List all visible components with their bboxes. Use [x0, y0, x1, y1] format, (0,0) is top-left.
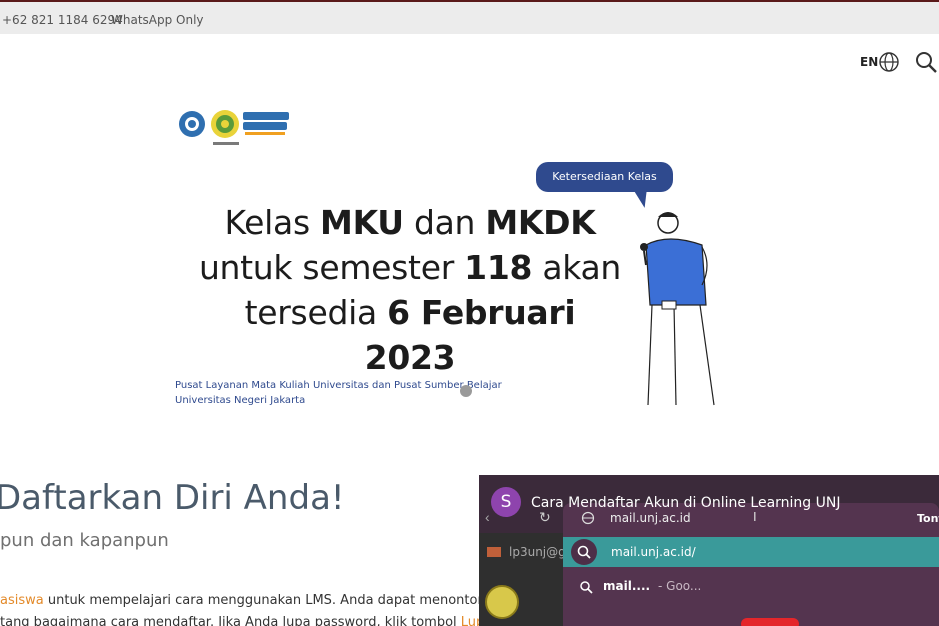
suggestion-2-text: mail.... [603, 579, 651, 593]
omnibox-globe-icon [581, 511, 595, 525]
banner-headline: Kelas MKU dan MKDK untuk semester 118 ak… [195, 200, 625, 380]
credit-line2: Universitas Negeri Jakarta [175, 395, 306, 406]
search-icon[interactable] [914, 50, 938, 74]
channel-avatar[interactable]: S [491, 487, 521, 517]
availability-bubble: Ketersediaan Kelas [536, 162, 673, 192]
banner-credit: Pusat Layanan Mata Kuliah Universitas da… [175, 378, 502, 408]
omnibox-suggestion-1: mail.unj.ac.id/ [563, 537, 939, 567]
omnibox-right-text: Tont [917, 512, 939, 525]
suggestion-2-source: - Goo... [658, 579, 702, 593]
register-subheading: pun dan kapanpun [0, 530, 169, 551]
cursor-dot [460, 385, 472, 397]
suggestion-search-icon [571, 539, 597, 565]
headline-line1: Kelas MKU dan MKDK [224, 203, 596, 242]
reload-icon: ↻ [539, 509, 551, 525]
omnibox-url: mail.unj.ac.id [610, 511, 691, 525]
suggestion-2-search-icon [580, 581, 593, 594]
youtube-play-button[interactable] [741, 618, 799, 626]
register-paragraph-line2: tang bagaimana cara mendaftar. Jika Anda… [0, 615, 492, 626]
omnibox-suggestion-2: mail.... - Goo... [563, 567, 939, 605]
suggestion-1-text: mail.unj.ac.id/ [611, 545, 696, 559]
video-title[interactable]: Cara Mendaftar Akun di Online Learning U… [531, 495, 841, 511]
text-cursor-icon: I [753, 509, 757, 524]
credit-line1: Pusat Layanan Mata Kuliah Universitas da… [175, 380, 502, 391]
mail-sidebar-text: lp3unj@g [509, 545, 566, 559]
top-contact-bar: +62 821 1184 6294 WhatsApp Only [0, 0, 939, 34]
video-mail-sidebar: lp3unj@g [479, 533, 566, 626]
whatsapp-label: WhatsApp Only [111, 13, 204, 27]
language-selector[interactable]: EN [860, 55, 878, 69]
phone-number[interactable]: +62 821 1184 6294 [2, 13, 123, 27]
video-player[interactable]: lp3unj@g ‹ ↻ mail.unj.ac.id I Tont mail.… [479, 475, 939, 626]
headline-line2: untuk semester 118 akan [198, 248, 622, 287]
headline-line3: tersedia 6 Februari 2023 [244, 293, 576, 377]
back-icon: ‹ [485, 509, 490, 525]
mail-icon [487, 547, 501, 557]
kampus-merdeka-logos [179, 110, 289, 145]
unj-logo [485, 585, 519, 619]
globe-icon[interactable] [878, 51, 900, 73]
presenter-illustration [640, 212, 715, 406]
register-heading: Daftarkan Diri Anda! [0, 478, 345, 518]
video-omnibox-dropdown: mail.unj.ac.id I Tont mail.unj.ac.id/ ma… [563, 503, 939, 626]
register-paragraph-line1: asiswa untuk mempelajari cara menggunaka… [0, 593, 486, 608]
mahasiswa-link[interactable]: asiswa [0, 593, 44, 608]
